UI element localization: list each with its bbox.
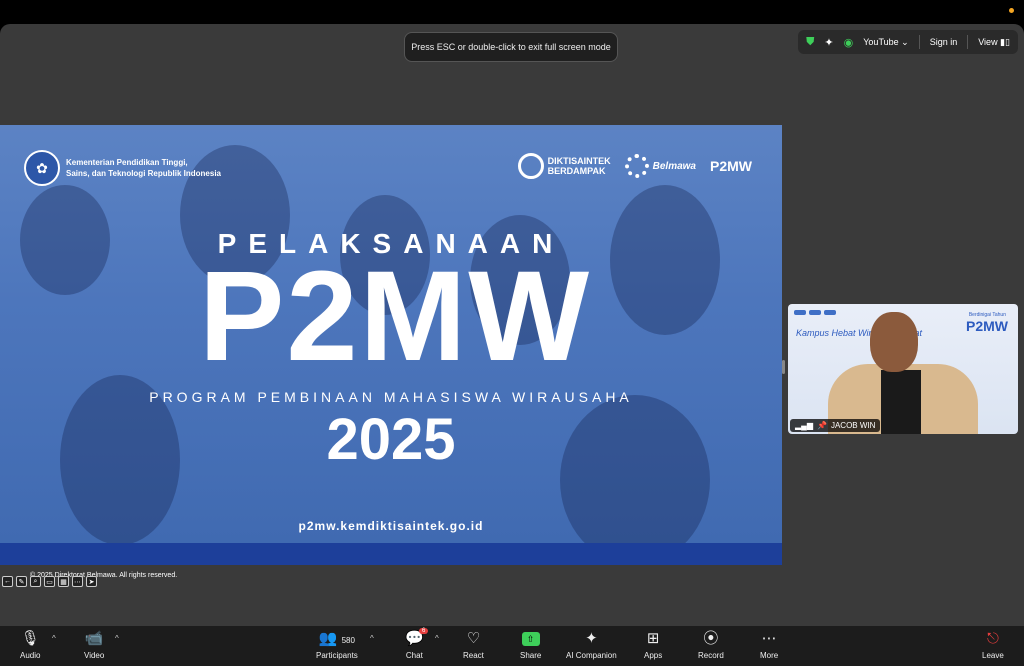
- partner1-line2: BERDAMPAK: [547, 166, 606, 176]
- participants-button[interactable]: 👥 580 Participants: [316, 629, 358, 660]
- more-dots-icon: ⋯: [761, 630, 777, 647]
- ministry-line-2: Sains, dan Teknologi Republik Indonesia: [66, 169, 221, 178]
- diktisaintek-logo: DIKTISAINTEK BERDAMPAK: [517, 153, 611, 179]
- slide-big-title: P2MW: [199, 245, 591, 388]
- sign-in-button[interactable]: Sign in: [930, 37, 958, 47]
- pin-icon: 📌: [816, 421, 827, 430]
- record-icon: ⦿: [703, 630, 719, 647]
- participant-head: [870, 312, 918, 372]
- apps-grid-icon: ⊞: [646, 630, 660, 647]
- participant-nametag: ▂▄▆ 📌 JACOB WIN: [790, 419, 881, 432]
- partner2-label: Belmawa: [652, 160, 696, 172]
- annotation-tools: ← ✎ ⌕ ▭ ▦ ⋯ ➤: [2, 576, 97, 587]
- ai-companion-button[interactable]: ✦ AI Companion: [566, 629, 617, 660]
- participants-label: Participants: [316, 651, 358, 660]
- more-label: More: [760, 651, 779, 660]
- video-options-chevron-icon[interactable]: ^: [115, 634, 119, 643]
- diktisaintek-mark-icon: [517, 153, 544, 179]
- zoom-icon[interactable]: ⌕: [30, 576, 41, 587]
- participant-shirt: [881, 370, 921, 434]
- shared-screen-slide: ✿ Kementerian Pendidikan Tinggi, Sains, …: [0, 125, 782, 565]
- audio-button[interactable]: 🎙 Audio: [20, 629, 40, 660]
- chat-label: Chat: [405, 651, 423, 660]
- apps-button[interactable]: ⊞ Apps: [644, 629, 662, 660]
- fullscreen-banner: Press ESC or double-click to exit full s…: [404, 32, 618, 62]
- participants-options-chevron-icon[interactable]: ^: [370, 634, 374, 643]
- participant-count: 580: [341, 636, 355, 645]
- participant-name: JACOB WIN: [830, 421, 876, 430]
- ministry-logo-block: ✿ Kementerian Pendidikan Tinggi, Sains, …: [24, 150, 221, 186]
- ai-sparkle-icon[interactable]: ✦: [824, 36, 833, 49]
- captions-icon[interactable]: ▭: [44, 576, 55, 587]
- video-logos: [794, 310, 836, 315]
- more-button[interactable]: ⋯ More: [760, 629, 778, 660]
- youtube-dropdown[interactable]: YouTube ⌄: [863, 37, 908, 48]
- record-label: Record: [698, 651, 724, 660]
- video-button[interactable]: 📹 Video: [84, 629, 104, 660]
- chevron-down-icon: ⌄: [901, 36, 909, 47]
- react-button[interactable]: ♡ React: [463, 629, 484, 660]
- record-button[interactable]: ⦿ Record: [698, 629, 724, 660]
- pen-icon[interactable]: ✎: [16, 576, 27, 587]
- status-dot: [1009, 8, 1014, 13]
- top-right-controls: ⛊ ✦ ◉ YouTube ⌄ Sign in View ▮▯: [798, 30, 1018, 54]
- muted-microphone-icon: 🎙: [20, 630, 40, 647]
- participant-video-tile[interactable]: Berdinigai Tahun P2MW Kampus Hebat Wirau…: [788, 304, 1018, 434]
- gear-icon: [624, 154, 649, 178]
- zoom-window: Press ESC or double-click to exit full s…: [0, 24, 1024, 666]
- panel-resize-handle[interactable]: [782, 360, 785, 374]
- p2mw-logo: P2MW: [710, 158, 752, 174]
- chat-unread-badge: 6: [419, 628, 429, 634]
- live-stream-icon: ◉: [843, 36, 854, 49]
- slide-year: 2025: [326, 407, 456, 472]
- view-button[interactable]: View ▮▯: [978, 37, 1010, 48]
- react-label: React: [463, 651, 484, 660]
- belmawa-logo: Belmawa: [624, 154, 696, 178]
- share-button[interactable]: ⇧ Share: [520, 629, 541, 660]
- ministry-emblem-icon: ✿: [24, 150, 60, 186]
- image-icon[interactable]: ▦: [58, 576, 69, 587]
- divider: [918, 35, 920, 49]
- shield-icon[interactable]: ⛊: [806, 36, 814, 49]
- partner3-label: P2MW: [710, 158, 752, 174]
- leave-label: Leave: [982, 651, 1004, 660]
- share-screen-icon: ⇧: [521, 632, 540, 646]
- audio-label: Audio: [20, 651, 41, 660]
- ai-sparkle-icon: ✦: [585, 630, 598, 647]
- participants-icon: 👥 580: [318, 630, 355, 647]
- slide-url: p2mw.kemdiktisaintek.go.id: [298, 519, 484, 533]
- back-arrow-icon[interactable]: ←: [2, 576, 13, 587]
- meeting-toolbar: 🎙 Audio ^ 📹 Video ^ 👥 580 Participants ^ …: [0, 626, 1024, 666]
- apps-label: Apps: [644, 651, 663, 660]
- slide-subtitle: PROGRAM PEMBINAAN MAHASISWA WIRAUSAHA: [149, 389, 633, 405]
- ministry-line-1: Kementerian Pendidikan Tinggi,: [66, 158, 188, 167]
- pointer-icon[interactable]: ➤: [86, 576, 97, 587]
- leave-door-icon: ⎋: [986, 630, 999, 647]
- view-label: View: [978, 36, 998, 47]
- video-brand-logo: P2MW: [966, 318, 1008, 334]
- partner-logos: DIKTISAINTEK BERDAMPAK Belmawa P2MW: [517, 153, 752, 179]
- signal-strength-icon: ▂▄▆: [795, 421, 813, 430]
- video-label: Video: [84, 651, 105, 660]
- ai-companion-label: AI Companion: [566, 651, 617, 660]
- more-dots-icon[interactable]: ⋯: [72, 576, 83, 587]
- heart-icon: ♡: [466, 630, 481, 647]
- view-layout-icon: ▮▯: [1000, 36, 1010, 47]
- audio-options-chevron-icon[interactable]: ^: [52, 634, 56, 643]
- slide-footer-bar: [0, 543, 782, 565]
- share-label: Share: [520, 651, 542, 660]
- video-off-icon: 📹: [84, 630, 104, 647]
- partner1-line1: DIKTISAINTEK: [547, 156, 611, 166]
- divider: [967, 35, 969, 49]
- leave-button[interactable]: ⎋ Leave: [982, 629, 1004, 660]
- chat-options-chevron-icon[interactable]: ^: [435, 634, 439, 643]
- youtube-label: YouTube: [863, 36, 899, 47]
